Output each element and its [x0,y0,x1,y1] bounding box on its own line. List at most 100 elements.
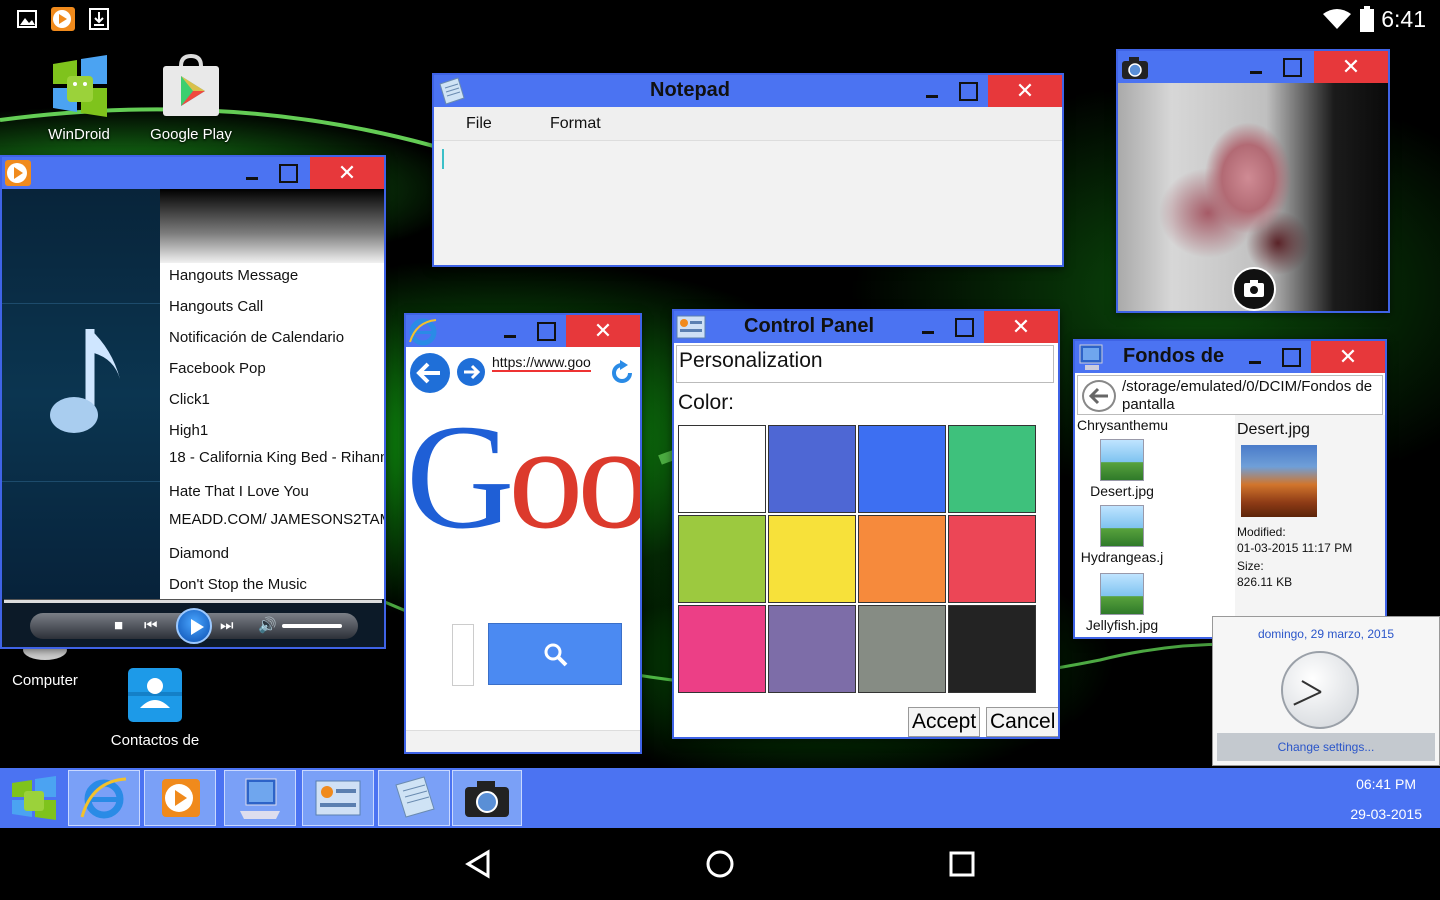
window-title: Notepad [650,79,730,101]
previous-icon[interactable]: ⏮ [144,613,158,639]
text-editor[interactable] [434,141,1062,265]
close-button[interactable]: ✕ [1311,341,1385,373]
refresh-icon[interactable] [608,359,636,387]
color-swatch[interactable] [678,425,766,513]
desktop-icon-windroid[interactable]: WinDroid [24,54,134,143]
color-swatch[interactable] [858,425,946,513]
internet-explorer-icon [409,318,437,346]
back-arrow-icon[interactable] [408,351,452,395]
forward-arrow-icon[interactable] [456,357,486,387]
minimize-button[interactable] [914,75,950,107]
notepad-window[interactable]: Notepad ✕ File Format [432,73,1064,267]
personalization-dropdown[interactable]: Personalization [676,345,1054,383]
media-player-window[interactable]: ✕ Hangouts Message Hangouts Call Notific… [0,155,386,649]
maximize-button[interactable] [950,75,986,107]
back-button[interactable] [1082,380,1116,412]
desktop-icon-contacts[interactable]: Contactos de [100,664,210,749]
file-item[interactable]: Hydrangeas.j [1075,505,1177,565]
color-swatch[interactable] [858,515,946,603]
search-button[interactable] [488,623,622,685]
file-item[interactable]: Desert.jpg [1075,439,1177,499]
minimize-button[interactable] [492,315,528,347]
maximize-button[interactable] [1273,341,1309,373]
desktop-icon-google-play[interactable]: Google Play [136,53,246,143]
nav-recents-button[interactable] [942,848,982,880]
media-player-titlebar[interactable]: ✕ [2,157,384,189]
color-swatch[interactable] [678,515,766,603]
cancel-button[interactable]: Cancel [986,707,1058,737]
taskbar-computer[interactable] [224,770,296,826]
color-swatch[interactable] [858,605,946,693]
browser-titlebar[interactable]: ✕ [406,315,640,347]
browser-window[interactable]: ✕ https://www.goo Goo [404,313,642,754]
playlist-item[interactable]: Hate That I Love You [169,483,384,500]
taskbar-notepad[interactable] [378,770,450,826]
taskbar-time[interactable]: 06:41 PM [1356,776,1416,792]
maximize-button[interactable] [1274,51,1310,83]
start-button[interactable] [2,770,66,826]
playlist-item[interactable]: MEADD.COM/ JAMESONS2TAMIRIS [169,511,384,531]
color-swatch[interactable] [768,425,856,513]
color-swatch[interactable] [768,605,856,693]
camera-titlebar[interactable]: ✕ [1118,51,1388,83]
clock-date: domingo, 29 marzo, 2015 [1257,627,1395,641]
playlist-item[interactable]: 18 - California King Bed - Rihanna [169,449,384,469]
volume-icon[interactable]: 🔊 [258,613,277,639]
color-swatch[interactable] [948,425,1036,513]
file-item[interactable]: Jellyfish.jpg [1075,573,1177,633]
color-swatch[interactable] [948,605,1036,693]
play-button[interactable] [176,608,212,644]
color-swatch[interactable] [948,515,1036,603]
maximize-button[interactable] [270,157,306,189]
maximize-button[interactable] [946,311,982,343]
taskbar-camera[interactable] [452,770,522,826]
close-button[interactable]: ✕ [984,311,1058,343]
playlist-item[interactable]: Facebook Pop [169,360,384,377]
close-button[interactable]: ✕ [310,157,384,189]
playlist-item[interactable]: Hangouts Call [169,298,384,315]
taskbar-control-panel[interactable] [302,770,374,826]
accept-button[interactable]: Accept [908,707,981,737]
camera-window[interactable]: ✕ [1116,49,1390,313]
shutter-button[interactable] [1232,267,1276,311]
menu-format[interactable]: Format [550,115,601,133]
minimize-button[interactable] [910,311,946,343]
playlist-item[interactable]: Don't Stop the Music [169,576,384,593]
playlist-item[interactable]: High1 [169,422,384,439]
folder-item[interactable]: Chrysanthemu [1077,417,1168,433]
color-swatch[interactable] [678,605,766,693]
file-browser-titlebar[interactable]: Fondos de ✕ [1075,341,1385,373]
download-icon[interactable] [88,8,110,30]
control-panel-icon [315,780,361,816]
nav-back-button[interactable] [458,848,498,880]
close-button[interactable]: ✕ [988,75,1062,107]
taskbar-date[interactable]: 29-03-2015 [1350,806,1422,822]
control-panel-window[interactable]: Control Panel ✕ Personalization Color: A… [672,309,1060,739]
next-icon[interactable]: ⏭ [220,613,234,639]
playlist-item[interactable]: Click1 [169,391,384,408]
nav-home-button[interactable] [700,848,740,880]
minimize-button[interactable] [234,157,270,189]
change-settings-link[interactable]: Change settings... [1217,733,1435,761]
gallery-icon[interactable] [16,8,38,30]
url-field[interactable]: https://www.goo [492,354,591,372]
minimize-button[interactable] [1238,51,1274,83]
close-button[interactable]: ✕ [566,315,640,347]
maximize-button[interactable] [528,315,564,347]
color-swatch[interactable] [768,515,856,603]
taskbar-internet-explorer[interactable] [68,770,140,826]
minimize-button[interactable] [1237,341,1273,373]
volume-slider[interactable] [282,624,342,628]
playlist-item[interactable]: Diamond [169,545,384,562]
file-browser-window[interactable]: Fondos de ✕ /storage/emulated/0/DCIM/Fon… [1073,339,1387,639]
control-panel-titlebar[interactable]: Control Panel ✕ [674,311,1058,343]
playlist-item[interactable]: Hangouts Message [169,267,384,284]
close-button[interactable]: ✕ [1314,51,1388,83]
search-input[interactable] [452,624,474,686]
notepad-titlebar[interactable]: Notepad ✕ [434,75,1062,107]
media-player-icon[interactable] [50,6,76,32]
playlist-item[interactable]: Notificación de Calendario [169,329,384,346]
menu-file[interactable]: File [466,115,492,133]
taskbar-media-player[interactable] [144,770,216,826]
stop-icon[interactable]: ■ [114,613,123,639]
